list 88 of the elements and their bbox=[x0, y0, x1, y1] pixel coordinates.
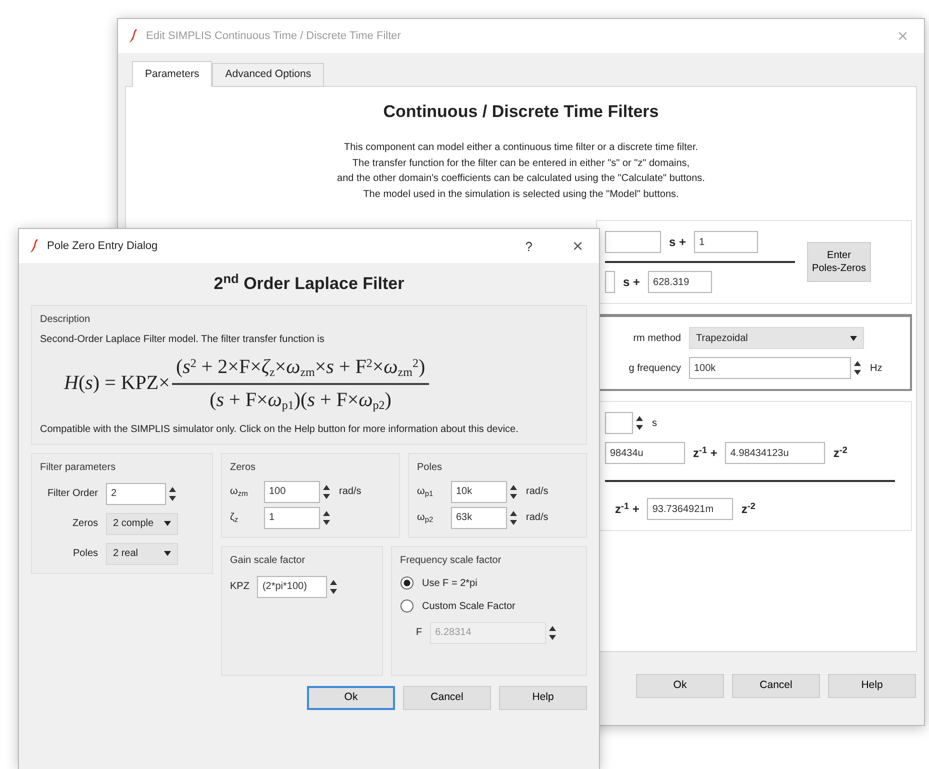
option-label: Custom Scale Factor bbox=[422, 600, 516, 614]
spin-field[interactable]: 100 bbox=[264, 480, 320, 502]
field-label: ω$_{p1}$ bbox=[417, 485, 434, 499]
field-label: Zeros bbox=[71, 517, 98, 531]
group-title: Filter parameters bbox=[40, 460, 117, 474]
field-label: g frequency bbox=[628, 362, 681, 376]
input-field[interactable]: 1 bbox=[694, 231, 758, 254]
field-label: F bbox=[416, 626, 422, 640]
spin-arrows-icon[interactable] bbox=[635, 414, 644, 432]
field-label: rm method bbox=[632, 332, 681, 346]
dialog-button[interactable]: Ok bbox=[636, 674, 724, 698]
dialog-heading: 2$^{nd}$ Order Laplace Filter bbox=[212, 271, 406, 295]
tab[interactable]: Advanced Options bbox=[212, 63, 324, 87]
unit-label: rad/s bbox=[526, 511, 548, 525]
dropdown[interactable]: Trapezoidal bbox=[689, 327, 864, 350]
caret-icon bbox=[164, 551, 171, 556]
formula-lhs: H(s) = KPZ× bbox=[64, 371, 170, 396]
option-label: Use F = 2*pi bbox=[422, 576, 478, 590]
description-line: This component can model either a continuous time filter or a discrete time filter. bbox=[342, 141, 700, 156]
unit-label: s bbox=[652, 416, 657, 431]
spin-field[interactable]: 2 bbox=[106, 482, 166, 504]
spin-arrows-icon[interactable] bbox=[509, 482, 518, 500]
window-title: Edit SIMPLIS Continuous Time / Discrete Time Filter bbox=[146, 28, 401, 44]
description-line: and the other domain's coefficients can be calculated using the "Calculate" buttons. bbox=[336, 172, 706, 186]
input-field[interactable]: 98434u bbox=[605, 442, 685, 464]
input-field[interactable]: 4.98434123u bbox=[725, 442, 826, 464]
operator-label: z$^{-1}$ + bbox=[693, 444, 718, 462]
input-field[interactable]: 93.7364921m bbox=[647, 498, 734, 520]
spin-field[interactable]: (2*pi*100) bbox=[257, 576, 328, 598]
operator-label: z$^{-1}$ + bbox=[615, 500, 640, 518]
spin-arrows-icon[interactable] bbox=[853, 359, 862, 378]
description-line: The transfer function for the filter can be entered in either "s" or "z" domains, bbox=[351, 156, 691, 171]
dialog-button[interactable]: Help bbox=[828, 674, 916, 698]
spin-field[interactable]: 1 bbox=[264, 506, 320, 528]
caret-icon bbox=[164, 521, 171, 526]
field-label: ζ$_{z}$ bbox=[230, 511, 240, 525]
dropdown[interactable]: 2 comple bbox=[106, 512, 178, 534]
operator-label: s + bbox=[669, 234, 686, 252]
dropdown[interactable]: 2 real bbox=[106, 542, 178, 564]
operator-label: z$^{-2}$ bbox=[833, 444, 848, 462]
field-label: KPZ bbox=[230, 580, 250, 594]
app-logo-icon bbox=[29, 238, 39, 254]
dialog-button[interactable]: Cancel bbox=[732, 674, 820, 698]
spin-arrows-icon[interactable] bbox=[322, 482, 331, 500]
spin-arrows-icon[interactable] bbox=[548, 624, 558, 642]
field-label: Filter Order bbox=[46, 487, 98, 501]
group-title: Gain scale factor bbox=[230, 554, 306, 568]
operator-label: z$^{-2}$ bbox=[741, 500, 756, 518]
radio-button[interactable] bbox=[400, 599, 414, 613]
close-button[interactable]: × bbox=[568, 237, 587, 255]
app-logo-icon bbox=[128, 28, 138, 44]
input-field[interactable] bbox=[605, 271, 615, 294]
group-title: Poles bbox=[417, 460, 444, 474]
input-field[interactable] bbox=[605, 231, 661, 254]
dialog-button[interactable]: Ok bbox=[307, 686, 395, 710]
group-title: Zeros bbox=[230, 460, 257, 474]
formula-denominator: (s + F×ω$_{p1}$)(s + F×ω$_{p2}$) bbox=[210, 388, 392, 414]
caret-icon bbox=[850, 336, 857, 341]
panel-heading: Continuous / Discrete Time Filters bbox=[382, 100, 660, 123]
dialog-button[interactable]: Cancel bbox=[403, 686, 491, 710]
unit-label: Hz bbox=[870, 362, 882, 376]
field-label: Poles bbox=[72, 547, 98, 561]
enter-poles-zeros-button[interactable]: Enter Poles-Zeros bbox=[807, 242, 871, 282]
spin-field[interactable]: 63k bbox=[451, 506, 507, 528]
unit-label: rad/s bbox=[339, 485, 362, 499]
help-button[interactable]: ? bbox=[521, 240, 536, 252]
spin-field[interactable]: 10k bbox=[451, 480, 507, 502]
group-title: Frequency scale factor bbox=[400, 554, 502, 568]
field-label: ω$_{zm}$ bbox=[230, 485, 249, 499]
spin-field[interactable] bbox=[605, 412, 633, 434]
group-title: Description bbox=[40, 312, 92, 326]
field-label: ω$_{p2}$ bbox=[417, 511, 434, 525]
spin-field[interactable]: 100k bbox=[689, 357, 851, 380]
description-text: Second-Order Laplace Filter model. The filter transfer function is bbox=[40, 332, 326, 346]
spin-arrows-icon[interactable] bbox=[329, 578, 338, 596]
tab[interactable]: Parameters bbox=[132, 61, 212, 87]
formula-numerator: (s$^{2}$ + 2×F×ζ$_{z}$×ω$_{zm}$×s + F$^{2}$×ω$_{zm}$$^{2}$) bbox=[172, 352, 430, 384]
input-field[interactable]: 628.319 bbox=[648, 271, 712, 294]
spin-arrows-icon[interactable] bbox=[322, 508, 331, 526]
operator-label: s + bbox=[623, 274, 640, 292]
dialog-button[interactable]: Help bbox=[499, 686, 587, 710]
window-title: Pole Zero Entry Dialog bbox=[47, 238, 158, 254]
spin-arrows-icon[interactable] bbox=[168, 484, 177, 502]
spin-arrows-icon[interactable] bbox=[509, 508, 518, 526]
unit-label: rad/s bbox=[526, 485, 548, 499]
description-text: Compatible with the SIMPLIS simulator only. Click on the Help button for more information about this device. bbox=[40, 422, 520, 436]
radio-button[interactable] bbox=[400, 576, 414, 590]
description-line: The model used in the simulation is selected using the "Model" buttons. bbox=[362, 188, 680, 202]
